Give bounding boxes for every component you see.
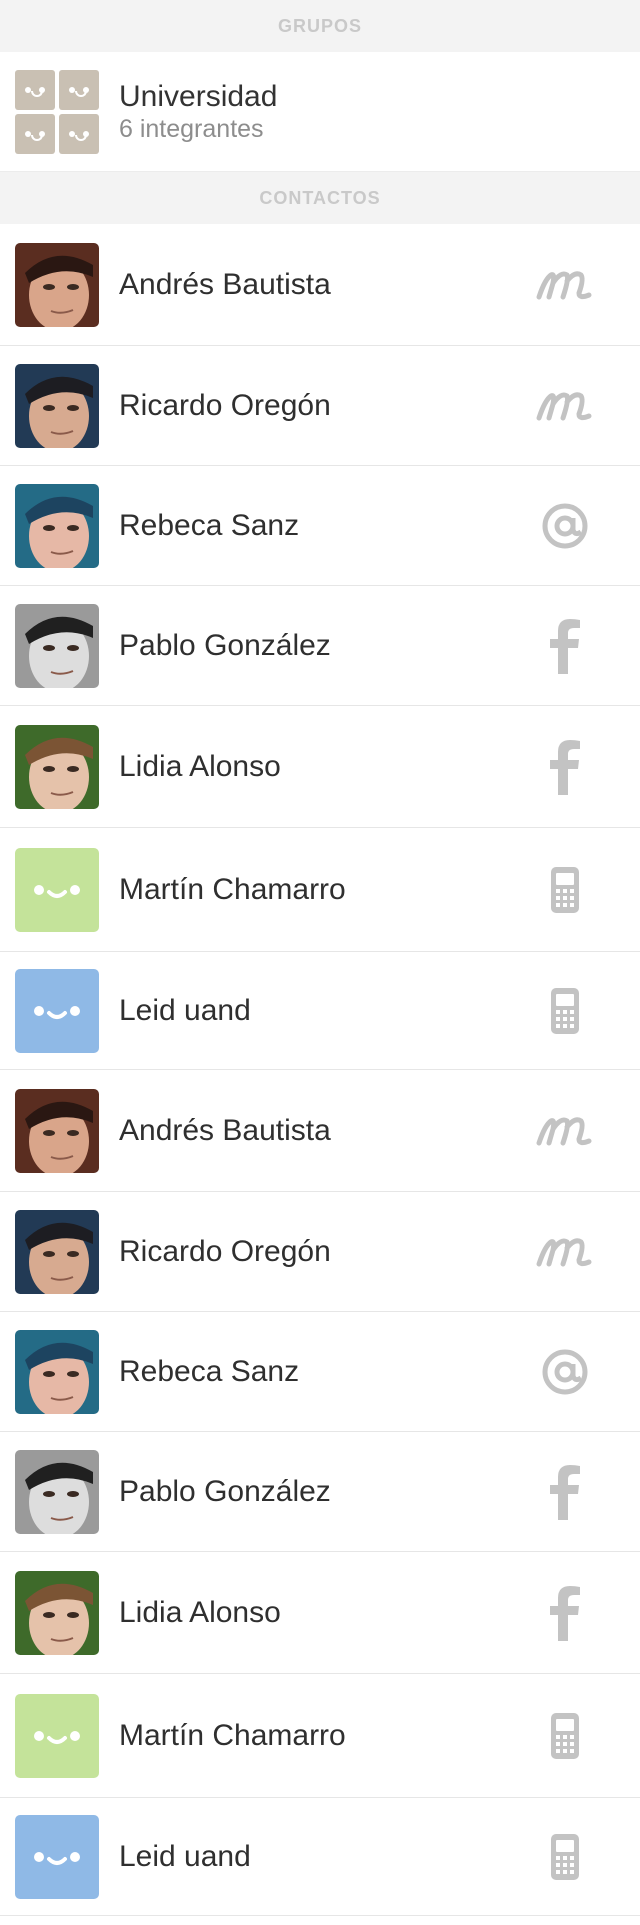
facebook-icon [535, 1583, 595, 1643]
contact-row[interactable]: Pablo González [0, 1432, 640, 1552]
at-email-icon [535, 1342, 595, 1402]
contact-row[interactable]: Ricardo Oregón [0, 1192, 640, 1312]
contact-row[interactable]: Lidia Alonso [0, 706, 640, 828]
contact-row[interactable]: Leid uand [0, 1798, 640, 1916]
app: GRUPOS Universidad 6 integrantes CONTACT… [0, 0, 640, 1925]
group-face-icon [15, 113, 55, 154]
contact-name: Lidia Alonso [119, 1595, 281, 1629]
contact-row[interactable]: Ricardo Oregón [0, 346, 640, 466]
group-face-icon [59, 113, 99, 154]
group-name: Universidad [119, 79, 278, 113]
contact-avatar-photo [15, 1449, 99, 1534]
contact-row[interactable]: Martín Chamarro [0, 1674, 640, 1798]
contact-avatar-photo [15, 1329, 99, 1414]
contact-avatar-photo [15, 1570, 99, 1655]
contact-avatar-photo [15, 724, 99, 809]
contact-name: Rebeca Sanz [119, 1354, 300, 1388]
contact-row[interactable]: Rebeca Sanz [0, 466, 640, 586]
contact-name: Lidia Alonso [119, 749, 281, 783]
contact-name: Ricardo Oregón [119, 1234, 331, 1268]
contact-name: Rebeca Sanz [119, 508, 300, 542]
m-service-icon [535, 376, 595, 436]
placeholder-avatar-icon [15, 1814, 99, 1899]
placeholder-avatar-icon [15, 968, 99, 1053]
contact-row[interactable]: Andrés Bautista [0, 224, 640, 346]
contact-avatar-photo [15, 363, 99, 448]
facebook-icon [535, 737, 595, 797]
mobile-phone-icon [535, 1706, 595, 1766]
group-face-icon [15, 69, 55, 110]
contact-row[interactable]: Rebeca Sanz [0, 1312, 640, 1432]
contact-row[interactable]: Andrés Bautista [0, 1070, 640, 1192]
contact-avatar-photo [15, 603, 99, 688]
group-member-count: 6 integrantes [119, 114, 264, 143]
contact-name: Martín Chamarro [119, 872, 346, 906]
groups-header: GRUPOS [0, 0, 640, 52]
contact-avatar-photo [15, 242, 99, 327]
m-service-icon [535, 1222, 595, 1282]
contact-avatar-photo [15, 1209, 99, 1294]
contact-row[interactable]: Martín Chamarro [0, 828, 640, 952]
contact-name: Leid uand [119, 993, 251, 1027]
contact-name: Ricardo Oregón [119, 388, 331, 422]
group-avatar [15, 69, 99, 154]
contact-name: Pablo González [119, 628, 331, 662]
contact-list: Andrés Bautista Ricardo Oregón Rebeca Sa… [0, 224, 640, 1916]
contact-name: Leid uand [119, 1839, 251, 1873]
m-service-icon [535, 1101, 595, 1161]
group-row[interactable]: Universidad 6 integrantes [0, 52, 640, 172]
facebook-icon [535, 1462, 595, 1522]
contact-avatar-photo [15, 1088, 99, 1173]
group-face-icon [59, 69, 99, 110]
mobile-phone-icon [535, 1827, 595, 1887]
contact-name: Andrés Bautista [119, 1113, 331, 1147]
at-email-icon [535, 496, 595, 556]
facebook-icon [535, 616, 595, 676]
mobile-phone-icon [535, 860, 595, 920]
contacts-header: CONTACTOS [0, 172, 640, 224]
contact-row[interactable]: Leid uand [0, 952, 640, 1070]
contact-row[interactable]: Pablo González [0, 586, 640, 706]
m-service-icon [535, 255, 595, 315]
mobile-phone-icon [535, 981, 595, 1041]
group-text: Universidad 6 integrantes [119, 80, 277, 144]
contact-name: Pablo González [119, 1474, 331, 1508]
contact-avatar-photo [15, 483, 99, 568]
placeholder-avatar-icon [15, 847, 99, 932]
contact-name: Martín Chamarro [119, 1718, 346, 1752]
placeholder-avatar-icon [15, 1693, 99, 1778]
contact-name: Andrés Bautista [119, 267, 331, 301]
contact-row[interactable]: Lidia Alonso [0, 1552, 640, 1674]
